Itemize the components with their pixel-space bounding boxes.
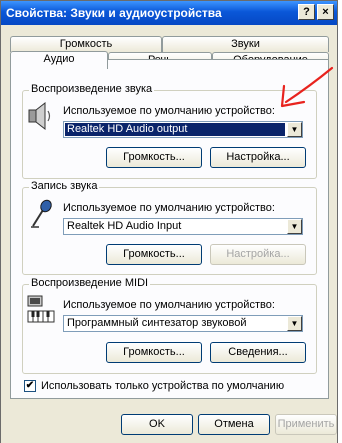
playback-volume-button[interactable]: Громкость... <box>106 147 202 168</box>
microphone-icon <box>31 199 52 228</box>
midi-keyboard-icon <box>27 295 55 323</box>
ok-button[interactable]: OK <box>121 414 193 435</box>
apply-button[interactable]: Применить <box>275 414 337 435</box>
chevron-down-icon[interactable]: ▼ <box>287 219 302 234</box>
midi-about-button[interactable]: Сведения... <box>210 342 306 363</box>
help-button[interactable]: ? <box>298 4 315 20</box>
use-default-only-checkbox[interactable]: ✔ <box>24 380 36 392</box>
midi-device-value: Программный синтезатор звуковой <box>67 317 247 329</box>
recording-group: Запись звука Используемое по умолчанию у… <box>22 180 317 275</box>
chevron-down-icon[interactable]: ▼ <box>287 316 302 331</box>
playback-group-title: Воспроизведение звука <box>29 83 155 95</box>
speaker-icon <box>28 101 51 131</box>
chevron-down-icon[interactable]: ▼ <box>287 122 302 137</box>
title-bar[interactable]: Свойства: Звуки и аудиоустройства ? × <box>1 1 337 25</box>
midi-device-select[interactable]: Программный синтезатор звуковой ▼ <box>63 315 303 332</box>
annotation-arrow-icon <box>280 66 334 108</box>
midi-group: Воспроизведение MIDI Используемое по умо… <box>22 277 317 374</box>
midi-default-device-label: Используемое по умолчанию устройство: <box>63 299 275 311</box>
playback-device-select[interactable]: Realtek HD Audio output ▼ <box>63 121 303 138</box>
recording-group-title: Запись звука <box>29 180 100 192</box>
recording-settings-button[interactable]: Настройка... <box>210 244 306 265</box>
recording-device-value: Realtek HD Audio Input <box>67 220 182 232</box>
recording-volume-button[interactable]: Громкость... <box>106 244 202 265</box>
midi-group-title: Воспроизведение MIDI <box>29 277 151 289</box>
tab-volume[interactable]: Громкость <box>10 36 162 52</box>
window-title: Свойства: Звуки и аудиоустройства <box>6 6 222 20</box>
playback-default-device-label: Используемое по умолчанию устройство: <box>63 105 275 117</box>
midi-volume-button[interactable]: Громкость... <box>106 342 202 363</box>
close-button[interactable]: × <box>317 4 334 20</box>
use-default-only-label[interactable]: Использовать только устройства по умолча… <box>41 380 284 392</box>
playback-settings-button[interactable]: Настройка... <box>210 147 306 168</box>
recording-default-device-label: Используемое по умолчанию устройство: <box>63 202 275 214</box>
cancel-button[interactable]: Отмена <box>198 414 270 435</box>
tab-sounds[interactable]: Звуки <box>162 36 329 52</box>
tab-audio[interactable]: Аудио <box>10 51 108 69</box>
recording-device-select[interactable]: Realtek HD Audio Input ▼ <box>63 218 303 235</box>
playback-device-value: Realtek HD Audio output <box>65 123 285 136</box>
